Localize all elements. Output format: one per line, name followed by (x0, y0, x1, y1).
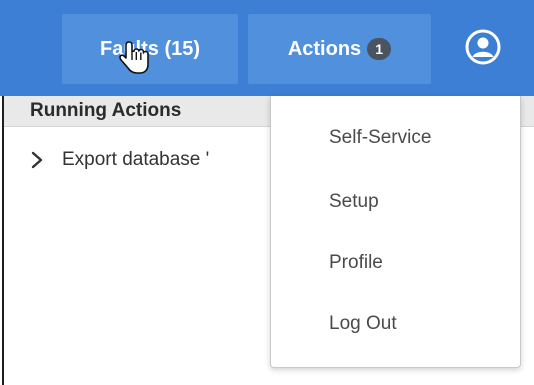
app-screen: Faults (15) Actions 1 Running Actions Ex… (0, 0, 534, 385)
chevron-right-icon[interactable] (30, 151, 46, 169)
user-dropdown-menu: Self-Service Setup Profile Log Out (270, 96, 521, 368)
actions-button[interactable]: Actions 1 (248, 14, 431, 84)
hand-cursor-icon (118, 40, 152, 76)
actions-count-badge: 1 (367, 38, 392, 60)
menu-item-setup[interactable]: Setup (329, 190, 379, 214)
menu-item-self-service[interactable]: Self-Service (329, 126, 431, 150)
running-action-row-label[interactable]: Export database ' (62, 148, 209, 172)
user-circle-icon (465, 29, 501, 65)
panel-left-border (2, 96, 4, 385)
user-menu-button[interactable] (464, 28, 502, 66)
menu-item-log-out[interactable]: Log Out (329, 312, 397, 336)
top-navigation-bar: Faults (15) Actions 1 (0, 0, 534, 96)
menu-item-profile[interactable]: Profile (329, 251, 383, 275)
section-title: Running Actions (30, 100, 182, 121)
actions-button-label: Actions (287, 37, 362, 60)
